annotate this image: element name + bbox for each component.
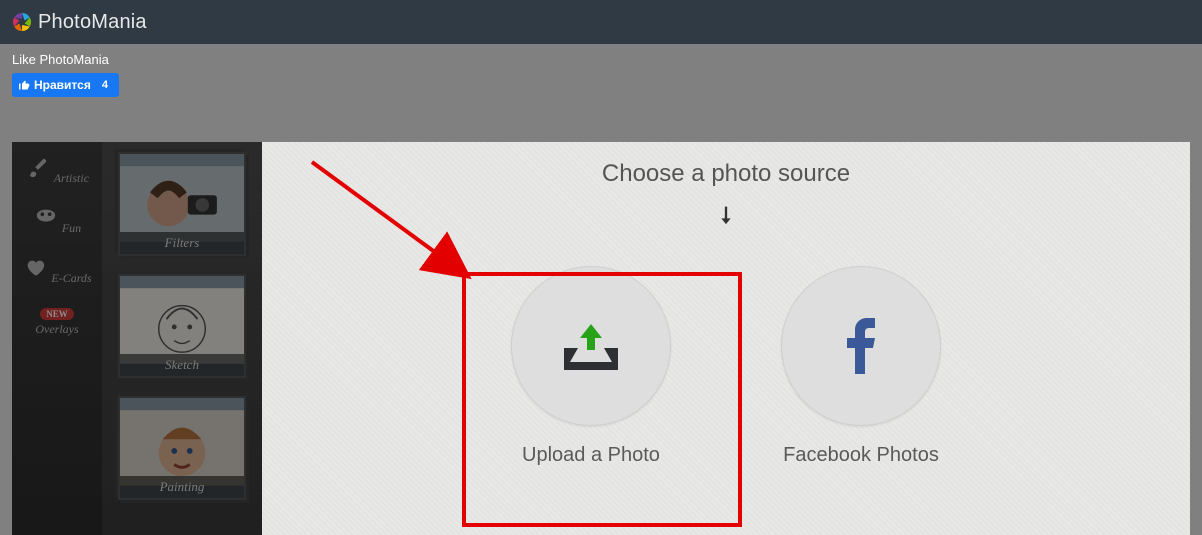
thumb-filters[interactable]: Filters xyxy=(118,152,246,256)
upload-circle xyxy=(511,266,671,426)
annotation-arrow-icon xyxy=(302,152,482,292)
thumb-label: Painting xyxy=(120,476,244,498)
sidebar-item-label: Artistic xyxy=(54,171,89,185)
fb-like-button[interactable]: Нравится 4 xyxy=(12,73,119,97)
arrow-down-icon xyxy=(712,202,740,230)
sidebar-item-overlays[interactable]: NEW Overlays xyxy=(22,306,92,337)
like-title: Like PhotoMania xyxy=(12,52,1190,67)
option-facebook[interactable]: Facebook Photos xyxy=(761,266,961,467)
sidebar-item-artistic[interactable]: Artistic xyxy=(22,156,92,186)
category-sidebar: Artistic Fun E-Cards NEW Overlays xyxy=(12,142,102,535)
app-header: PhotoMania xyxy=(0,0,1202,44)
workspace: Artistic Fun E-Cards NEW Overlays xyxy=(12,142,1190,535)
sidebar-item-label: Overlays xyxy=(35,322,78,336)
source-options: Upload a Photo Facebook Photos xyxy=(491,266,961,467)
option-label: Facebook Photos xyxy=(783,444,939,467)
choose-title: Choose a photo source xyxy=(602,160,850,188)
thumb-label: Filters xyxy=(120,232,244,254)
sidebar-item-fun[interactable]: Fun xyxy=(22,206,92,236)
facebook-circle xyxy=(781,266,941,426)
option-upload[interactable]: Upload a Photo xyxy=(491,266,691,467)
thumb-sketch[interactable]: Sketch xyxy=(118,274,246,378)
thumb-up-icon xyxy=(18,79,30,91)
option-label: Upload a Photo xyxy=(522,444,660,467)
thumb-painting[interactable]: Painting xyxy=(118,396,246,500)
upload-icon xyxy=(556,316,626,376)
sidebar-item-label: Fun xyxy=(62,221,81,235)
brush-icon xyxy=(25,156,51,178)
sidebar-item-label: E-Cards xyxy=(51,271,91,285)
thumb-label: Sketch xyxy=(120,354,244,376)
choose-area: Choose a photo source Upload a Photo xyxy=(262,142,1190,535)
mask-icon xyxy=(33,206,59,228)
thumbnails-column: Filters Sketch xyxy=(102,142,262,535)
fb-like-count: 4 xyxy=(97,76,113,94)
aperture-icon xyxy=(10,10,34,34)
sidebar-item-ecards[interactable]: E-Cards xyxy=(22,256,92,286)
brand-text: PhotoMania xyxy=(38,11,147,34)
heart-icon xyxy=(22,256,48,278)
like-panel: Like PhotoMania Нравится 4 xyxy=(0,44,1202,104)
new-badge: NEW xyxy=(40,308,74,320)
app-logo[interactable]: PhotoMania xyxy=(10,10,147,34)
facebook-icon xyxy=(841,318,881,374)
fb-like-label: Нравится xyxy=(34,78,91,92)
